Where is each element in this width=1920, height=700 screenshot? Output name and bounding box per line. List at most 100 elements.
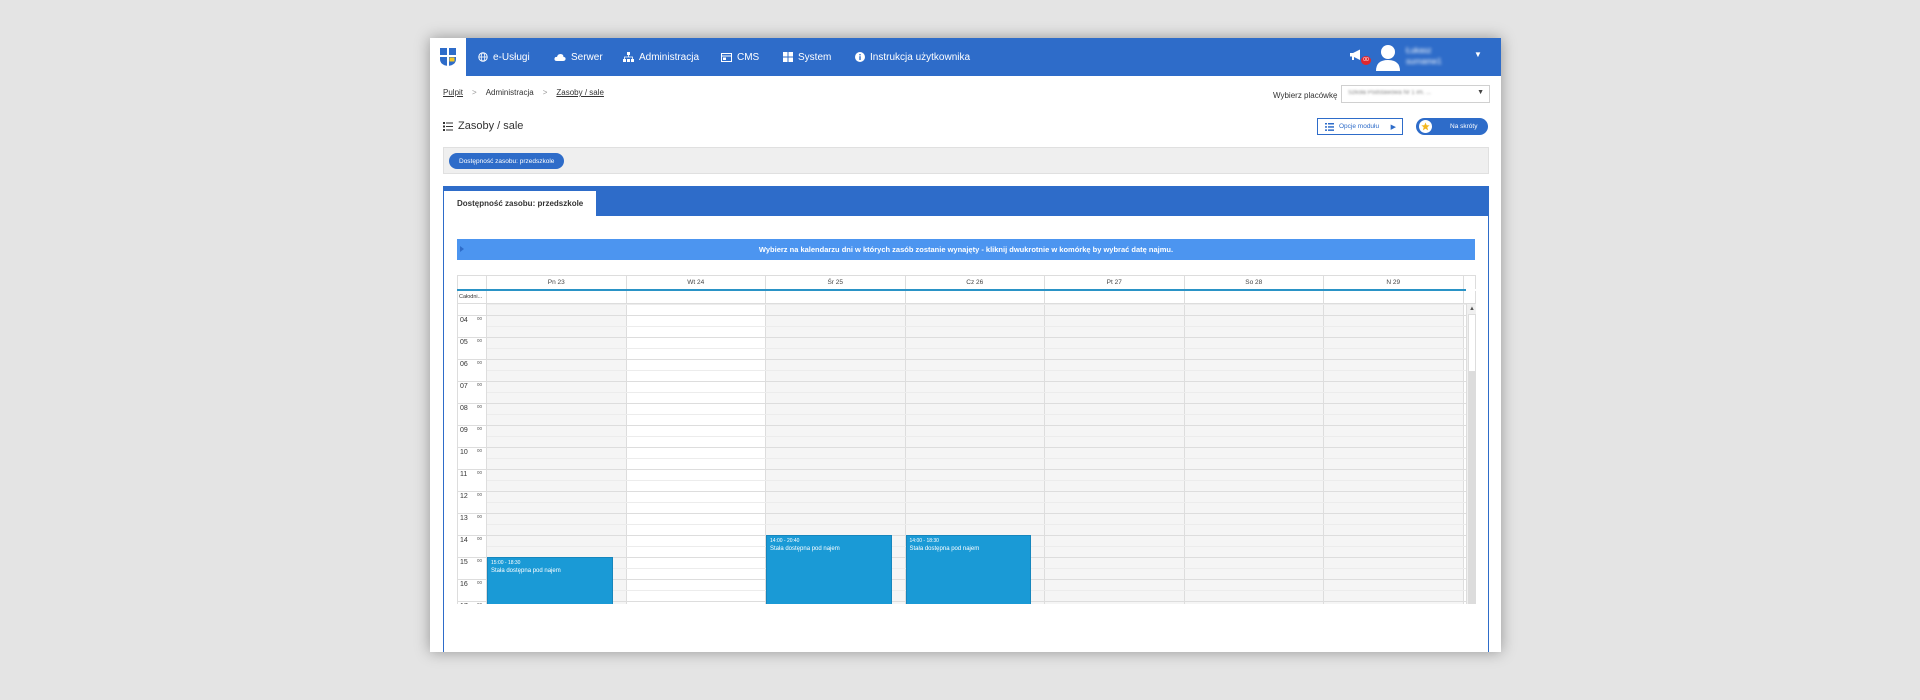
day-column[interactable] (1045, 304, 1185, 604)
half-hour-gridline (487, 436, 1467, 437)
nav-serwer[interactable]: Serwer (554, 38, 603, 76)
all-day-label: Całodni... (458, 291, 487, 303)
scroll-up-icon[interactable]: ▲ (1467, 304, 1477, 314)
all-day-cell[interactable] (1185, 291, 1324, 303)
all-day-cell[interactable] (1324, 291, 1464, 303)
info-banner-text: Wybierz na kalendarzu dni w których zasó… (758, 245, 1174, 254)
scrollbar-track[interactable] (1468, 372, 1476, 604)
minute-label: 00 (477, 492, 483, 497)
nav-instrukcja[interactable]: Instrukcja użytkownika (855, 38, 970, 76)
shield-logo-icon (440, 48, 456, 66)
info-icon (855, 52, 865, 62)
calendar-time-grid: 0300040005000600070008000900100011001200… (457, 304, 1476, 604)
user-menu-caret-icon[interactable]: ▼ (1474, 50, 1482, 59)
nav-label: CMS (737, 51, 760, 63)
header-scroll-gap (1464, 276, 1476, 289)
nav-administracja[interactable]: Administracja (623, 38, 699, 76)
minute-label: 00 (477, 470, 483, 475)
tab-resource-availability[interactable]: Dostępność zasobu: przedszkole (444, 191, 596, 216)
chevron-down-icon: ▼ (1477, 89, 1484, 96)
nav-cms[interactable]: CMS (721, 38, 759, 76)
half-hour-gridline (487, 414, 1467, 415)
hour-gridline (458, 315, 1467, 316)
hour-gridline (458, 337, 1467, 338)
nav-system[interactable]: System (783, 38, 831, 76)
minute-label: 00 (477, 448, 483, 453)
hour-label: 17 (460, 603, 468, 604)
event-title: Stała dostępna pod najem (770, 546, 840, 552)
calendar-header: Pn 23 Wt 24 Śr 25 Cz 26 Pt 27 So 28 N 29 (457, 275, 1476, 289)
event-time: 15:00 - 18:30 (491, 560, 521, 566)
module-options-button[interactable]: Opcje modułu ▶ (1317, 118, 1403, 135)
hour-label: 08 (460, 405, 468, 412)
breadcrumb: Pulpit > Administracja > Zasoby / sale (443, 88, 604, 97)
event-time: 14:00 - 20:40 (770, 538, 800, 544)
day-column[interactable] (1184, 304, 1324, 604)
list-settings-icon (1325, 122, 1334, 131)
half-hour-gridline (487, 480, 1467, 481)
half-hour-gridline (487, 326, 1467, 327)
day-header[interactable]: Wt 24 (627, 276, 766, 289)
hour-label: 16 (460, 581, 468, 588)
minute-label: 00 (477, 514, 483, 519)
all-day-cell[interactable] (1045, 291, 1185, 303)
hour-gridline (458, 359, 1467, 360)
day-header[interactable]: N 29 (1324, 276, 1464, 289)
caret-right-icon: ▶ (1390, 123, 1396, 131)
nav-label: System (798, 51, 832, 63)
banner-notch (460, 246, 464, 252)
hour-label: 10 (460, 449, 468, 456)
day-header[interactable]: Cz 26 (906, 276, 1045, 289)
shortcuts-button[interactable]: Na skróty (1416, 118, 1488, 135)
sitemap-icon (623, 52, 634, 62)
all-day-cell[interactable] (906, 291, 1045, 303)
resource-availability-button[interactable]: Dostępność zasobu: przedszkole (449, 153, 565, 169)
minute-label: 00 (477, 316, 483, 321)
notification-badge: 00 (1361, 56, 1371, 65)
hour-label: 09 (460, 427, 468, 434)
hour-label: 14 (460, 537, 468, 544)
app-window: e-Usługi Serwer Administracja CMS System… (430, 38, 1501, 652)
all-day-cell[interactable] (766, 291, 906, 303)
day-header[interactable]: Śr 25 (766, 276, 906, 289)
panel-header: Dostępność zasobu: przedszkole (444, 187, 1488, 216)
windows-icon (783, 52, 793, 62)
day-header[interactable]: So 28 (1185, 276, 1324, 289)
calendar-scrollbar[interactable]: ▲ (1466, 304, 1476, 604)
notifications-button[interactable]: 00 (1349, 48, 1371, 66)
placowka-select[interactable]: Szkoła Podstawowa Nr 1 im. ... ▼ (1341, 85, 1490, 103)
hour-label: 05 (460, 339, 468, 346)
event-title: Stała dostępna pod najem (909, 546, 980, 552)
user-name[interactable]: Łukasz surname1 (1406, 45, 1466, 67)
nav-e-uslugi[interactable]: e-Usługi (478, 38, 530, 76)
hour-gridline (458, 491, 1467, 492)
calendar-event[interactable]: 14:00 - 18:30 Stała dostępna pod najem (905, 535, 1031, 604)
day-column[interactable] (626, 304, 766, 604)
event-time: 14:00 - 18:30 (909, 538, 939, 544)
user-avatar[interactable] (1375, 43, 1401, 71)
day-column[interactable] (1324, 304, 1464, 604)
action-bar: Dostępność zasobu: przedszkole (443, 147, 1489, 174)
calendar-event[interactable]: 14:00 - 20:40 Stała dostępna pod najem (766, 535, 892, 604)
half-hour-gridline (487, 392, 1467, 393)
breadcrumb-zasoby[interactable]: Zasoby / sale (556, 88, 604, 97)
placowka-label: Wybierz placówkę (1273, 91, 1338, 100)
day-header[interactable]: Pn 23 (487, 276, 627, 289)
scrollbar-thumb[interactable] (1468, 314, 1476, 372)
hour-gridline (458, 381, 1467, 382)
minute-label: 00 (477, 382, 483, 387)
star-icon (1419, 120, 1432, 133)
half-hour-gridline (487, 524, 1467, 525)
time-gutter: 0300040005000600070008000900100011001200… (458, 304, 487, 604)
half-hour-gridline (487, 458, 1467, 459)
minute-label: 00 (477, 602, 482, 604)
availability-panel: Dostępność zasobu: przedszkole Wybierz n… (443, 186, 1489, 652)
day-header[interactable]: Pt 27 (1045, 276, 1185, 289)
calendar-event[interactable]: 15:00 - 18:30 Stała dostępna pod najem (487, 557, 613, 604)
all-day-cell[interactable] (627, 291, 766, 303)
hour-label: 12 (460, 493, 468, 500)
breadcrumb-pulpit[interactable]: Pulpit (443, 88, 463, 97)
half-hour-gridline (487, 502, 1467, 503)
app-logo[interactable] (430, 38, 466, 76)
all-day-cell[interactable] (487, 291, 627, 303)
